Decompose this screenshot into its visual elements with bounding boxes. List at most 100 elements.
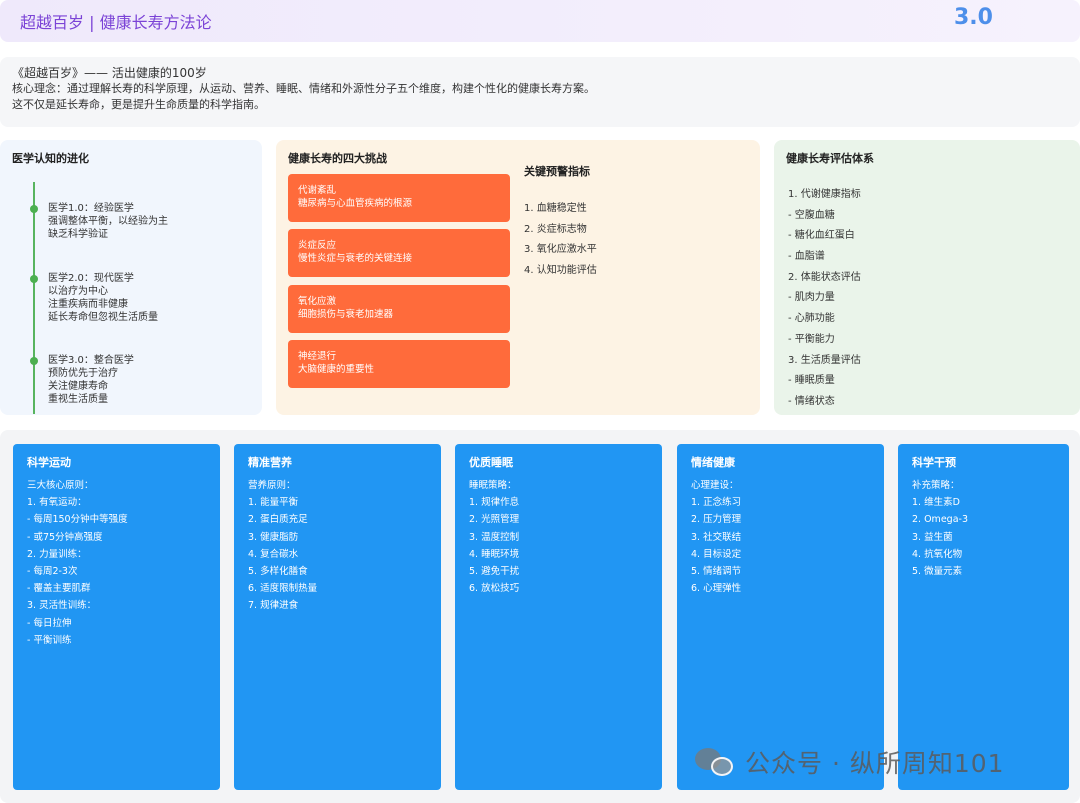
timeline-dot <box>30 275 38 283</box>
warning-item: 2. 炎症标志物 <box>524 224 587 235</box>
evaluation-item: 3. 生活质量评估 <box>788 355 861 366</box>
evaluation-item: - 心肺功能 <box>788 313 835 324</box>
challenge-name: 氧化应激 <box>298 296 337 307</box>
challenge-card-inflammation: 炎症反应 慢性炎症与衰老的关键连接 <box>288 229 510 277</box>
pillar-title: 科学干预 <box>912 456 956 469</box>
pillar-title: 优质睡眠 <box>469 456 513 469</box>
medical-evolution-title: 医学认知的进化 <box>12 152 89 165</box>
pillar-line: 三大核心原则： <box>27 480 94 491</box>
pillar-line: 6. 放松技巧 <box>469 583 520 595</box>
pillar-line: 6. 心理弹性 <box>691 583 742 595</box>
evaluation-item: 2. 体能状态评估 <box>788 272 861 283</box>
challenge-desc: 细胞损伤与衰老加速器 <box>298 309 394 320</box>
timeline-line-text: 医学1.0：经验医学 <box>48 203 134 214</box>
challenge-name: 代谢紊乱 <box>298 185 337 196</box>
challenge-name: 炎症反应 <box>298 240 337 251</box>
pillar-line: 1. 能量平衡 <box>248 497 299 509</box>
pillar-line: 2. 压力管理 <box>691 514 742 526</box>
pillar-line: 7. 规律进食 <box>248 600 299 612</box>
evaluation-item: - 情绪状态 <box>788 396 835 407</box>
pillar-line: 补充策略： <box>912 480 960 491</box>
medical-evolution-panel: 医学认知的进化 医学1.0：经验医学 强调整体平衡，以经验为主 缺乏科学验证 医… <box>0 140 262 415</box>
warning-indicators-title: 关键预警指标 <box>524 165 590 178</box>
pillar-line: - 或75分钟高强度 <box>27 531 103 543</box>
pillar-line: 5. 避免干扰 <box>469 566 520 578</box>
challenges-panel: 健康长寿的四大挑战 代谢紊乱 糖尿病与心血管疾病的根源 炎症反应 慢性炎症与衰老… <box>276 140 760 415</box>
pillar-line: 5. 情绪调节 <box>691 566 742 578</box>
timeline-line-text: 预防优先于治疗 <box>48 368 118 379</box>
evaluation-item: 1. 代谢健康指标 <box>788 189 861 200</box>
challenge-name: 神经退行 <box>298 351 337 362</box>
pillar-line: 2. 力量训练： <box>27 548 87 560</box>
pillar-line: - 覆盖主要肌群 <box>27 583 91 595</box>
pillar-line: 2. Omega-3 <box>912 514 968 526</box>
pillar-line: 1. 有氧运动： <box>27 497 87 509</box>
pillar-line: 4. 复合碳水 <box>248 548 299 560</box>
evaluation-item: - 平衡能力 <box>788 334 835 345</box>
pillar-line: 3. 益生菌 <box>912 531 953 543</box>
timeline-line-text: 延长寿命但忽视生活质量 <box>48 312 158 323</box>
challenges-title: 健康长寿的四大挑战 <box>288 152 387 165</box>
pillar-line: 营养原则： <box>248 480 296 491</box>
warning-item: 3. 氧化应激水平 <box>524 244 597 255</box>
intro-box: 《超越百岁》—— 活出健康的100岁 核心理念：通过理解长寿的科学原理，从运动、… <box>0 57 1080 127</box>
evaluation-panel: 健康长寿评估体系 1. 代谢健康指标 - 空腹血糖 - 糖化血红蛋白 - 血脂谱… <box>774 140 1080 415</box>
timeline-line-text: 重视生活质量 <box>48 394 108 405</box>
intro-title: 《超越百岁》—— 活出健康的100岁 <box>12 66 207 80</box>
pillar-line: 4. 睡眠环境 <box>469 548 520 560</box>
pillar-card-emotion: 情绪健康 心理建设： 1. 正念练习 2. 压力管理 3. 社交联结 4. 目标… <box>677 444 884 790</box>
challenge-card-neuro: 神经退行 大脑健康的重要性 <box>288 340 510 388</box>
pillar-line: 3. 健康脂肪 <box>248 531 299 543</box>
timeline-item-medicine-1: 医学1.0：经验医学 强调整体平衡，以经验为主 缺乏科学验证 <box>30 202 168 241</box>
pillar-line: - 每日拉伸 <box>27 617 72 629</box>
header-bar: 超越百岁 | 健康长寿方法论 3.0 <box>0 0 1080 42</box>
watermark-text: 公众号 · 纵所周知101 <box>745 749 1005 778</box>
evaluation-item: - 肌肉力量 <box>788 292 835 303</box>
timeline-line-text: 注重疾病而非健康 <box>48 299 128 310</box>
pillar-line: 3. 温度控制 <box>469 531 520 543</box>
timeline-line-text: 关注健康寿命 <box>48 381 108 392</box>
evaluation-item: - 血脂谱 <box>788 251 825 262</box>
pillar-line: 1. 规律作息 <box>469 497 520 509</box>
challenge-desc: 慢性炎症与衰老的关键连接 <box>298 253 413 264</box>
timeline-dot <box>30 357 38 365</box>
pillar-line: 心理建设： <box>691 480 739 491</box>
pillar-title: 科学运动 <box>27 456 71 469</box>
pillar-card-sleep: 优质睡眠 睡眠策略： 1. 规律作息 2. 光照管理 3. 温度控制 4. 睡眠… <box>455 444 662 790</box>
timeline-dot <box>30 205 38 213</box>
pillar-line: - 每周2-3次 <box>27 566 78 578</box>
timeline-item-medicine-3: 医学3.0：整合医学 预防优先于治疗 关注健康寿命 重视生活质量 <box>30 354 134 406</box>
pillar-line: 6. 适度限制热量 <box>248 583 318 595</box>
intro-core-idea: 核心理念：通过理解长寿的科学原理，从运动、营养、睡眠、情绪和外源性分子五个维度，… <box>12 82 595 95</box>
pillar-line: 睡眠策略： <box>469 480 517 491</box>
evaluation-item: - 空腹血糖 <box>788 210 835 221</box>
pillar-line: 5. 微量元素 <box>912 566 963 578</box>
pillar-line: 5. 多样化膳食 <box>248 566 308 578</box>
pillar-line: - 平衡训练 <box>27 634 72 646</box>
pillar-line: 1. 正念练习 <box>691 497 742 509</box>
pillar-card-exercise: 科学运动 三大核心原则： 1. 有氧运动： - 每周150分钟中等强度 - 或7… <box>13 444 220 790</box>
pillar-line: 2. 光照管理 <box>469 514 520 526</box>
watermark: 公众号 · 纵所周知101 <box>695 744 1005 780</box>
evaluation-item: - 睡眠质量 <box>788 375 835 386</box>
intro-summary: 这不仅是延长寿命，更是提升生命质量的科学指南。 <box>12 98 265 111</box>
evaluation-item: - 糖化血红蛋白 <box>788 230 855 241</box>
pillar-line: 4. 目标设定 <box>691 548 742 560</box>
timeline-line-text: 医学3.0：整合医学 <box>48 355 134 366</box>
pillar-title: 精准营养 <box>248 456 292 469</box>
pillar-title: 情绪健康 <box>691 456 735 469</box>
pillar-card-nutrition: 精准营养 营养原则： 1. 能量平衡 2. 蛋白质充足 3. 健康脂肪 4. 复… <box>234 444 441 790</box>
timeline-line-text: 强调整体平衡，以经验为主 <box>48 216 168 227</box>
wechat-icon <box>695 746 735 778</box>
timeline-item-medicine-2: 医学2.0：现代医学 以治疗为中心 注重疾病而非健康 延长寿命但忽视生活质量 <box>30 272 158 324</box>
challenge-card-metabolic: 代谢紊乱 糖尿病与心血管疾病的根源 <box>288 174 510 222</box>
pillar-line: 1. 维生素D <box>912 497 960 509</box>
evaluation-title: 健康长寿评估体系 <box>786 152 874 165</box>
pillar-line: 4. 抗氧化物 <box>912 548 963 560</box>
warning-item: 4. 认知功能评估 <box>524 265 597 276</box>
timeline-line-text: 以治疗为中心 <box>48 286 108 297</box>
timeline-line-text: 缺乏科学验证 <box>48 229 108 240</box>
challenge-desc: 糖尿病与心血管疾病的根源 <box>298 198 413 209</box>
pillar-line: 2. 蛋白质充足 <box>248 514 308 526</box>
pillar-line: - 每周150分钟中等强度 <box>27 514 128 526</box>
